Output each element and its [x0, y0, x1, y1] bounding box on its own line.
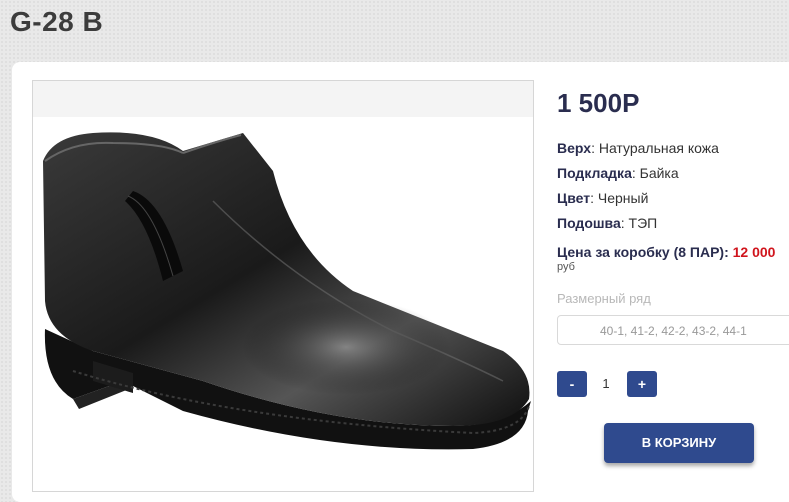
spec-color: Цвет: Черный [557, 190, 648, 206]
spec-sole: Подошва: ТЭП [557, 215, 657, 231]
spec-key: Верх [557, 140, 592, 156]
spec-value: Черный [597, 190, 649, 206]
spec-key: Подкладка [557, 165, 632, 181]
spec-value: Байка [639, 165, 679, 181]
box-price-currency: руб [557, 261, 575, 273]
product-price: 1 500Р [557, 88, 640, 118]
spec-separator: : [631, 165, 640, 181]
spec-value: ТЭП [628, 215, 658, 231]
size-range-label: Размерный ряд [557, 291, 651, 306]
box-price: Цена за коробку (8 ПАР): 12 000 [557, 244, 775, 260]
quantity-value[interactable]: 1 [594, 376, 618, 391]
spec-separator: : [590, 190, 598, 206]
spec-separator: : [591, 140, 599, 156]
spec-lining: Подкладка: Байка [557, 165, 679, 181]
box-price-label: Цена за коробку (8 ПАР): [557, 244, 733, 260]
spec-separator: : [620, 215, 629, 231]
page-title: G-28 B [10, 6, 104, 37]
add-to-cart-button[interactable]: В КОРЗИНУ [604, 423, 754, 463]
spec-key: Цвет [557, 190, 591, 206]
size-range-field[interactable]: 40-1, 41-2, 42-2, 43-2, 44-1 [557, 315, 789, 345]
boot-image [43, 132, 531, 450]
box-price-value: 12 000 [732, 244, 776, 260]
product-photo[interactable] [32, 80, 534, 492]
quantity-decrease-button[interactable]: - [557, 371, 587, 397]
spec-value: Натуральная кожа [598, 140, 719, 156]
quantity-increase-button[interactable]: + [627, 371, 657, 397]
spec-key: Подошва [557, 215, 621, 231]
spec-upper: Верх: Натуральная кожа [557, 140, 719, 156]
